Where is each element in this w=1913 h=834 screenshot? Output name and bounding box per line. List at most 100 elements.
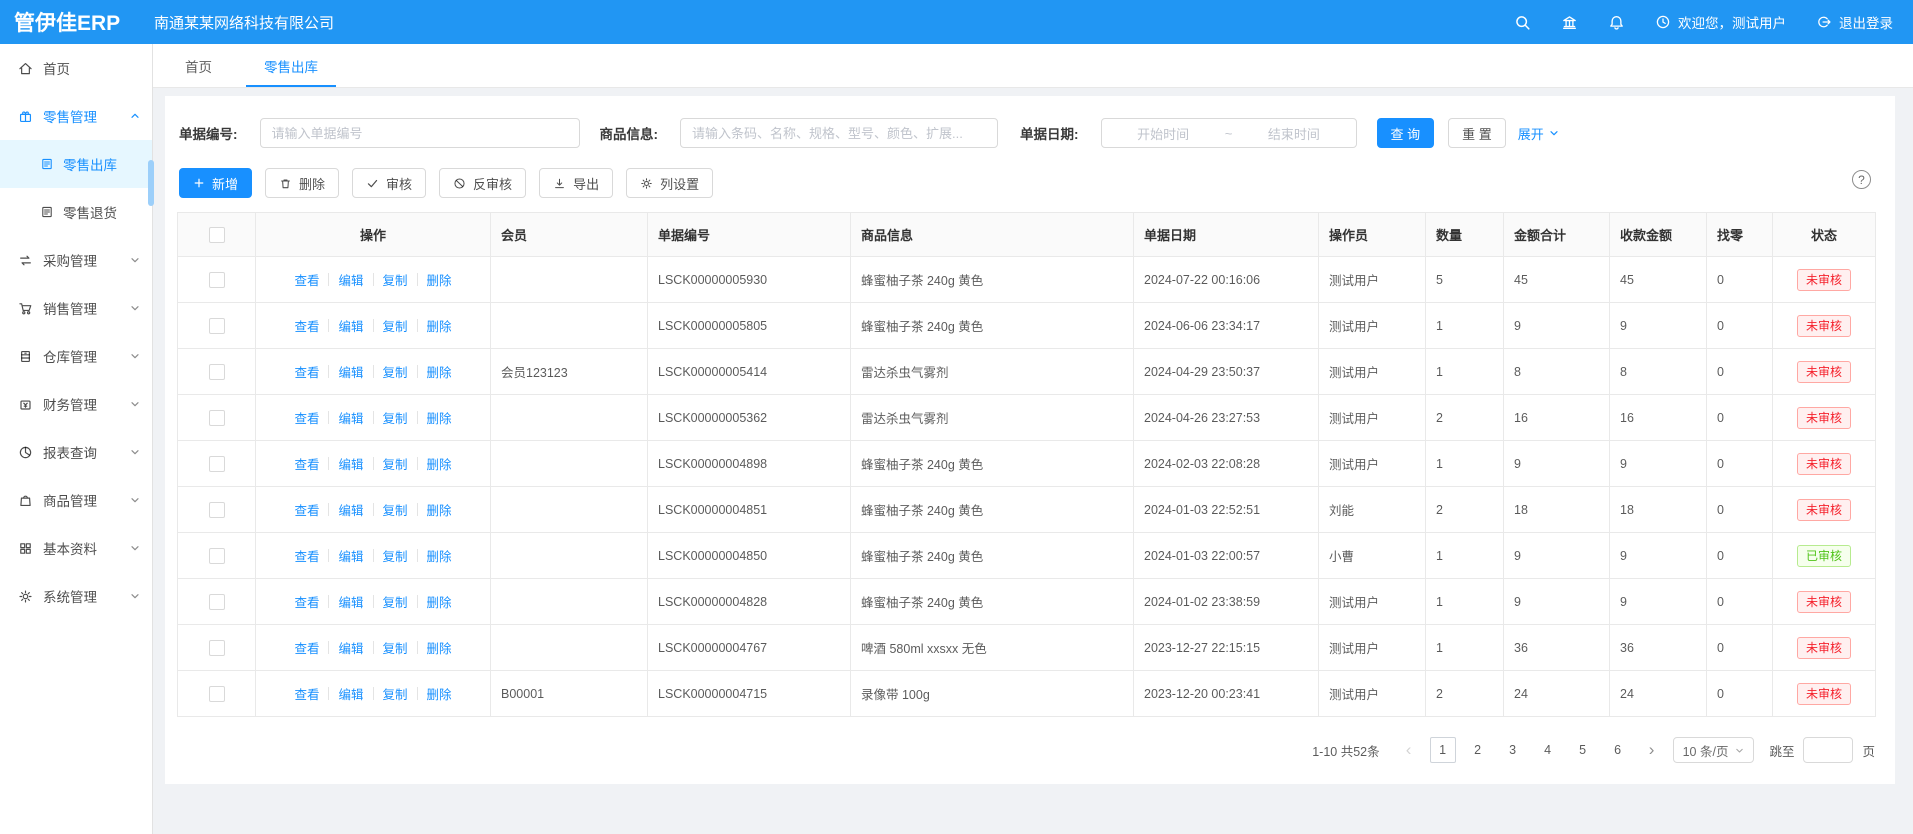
delete-link[interactable]: 删除	[427, 500, 452, 519]
delete-link[interactable]: 删除	[427, 270, 452, 289]
tab-home[interactable]: 首页	[185, 44, 212, 87]
edit-link[interactable]: 编辑	[338, 316, 363, 335]
operator-cell: 测试用户	[1319, 671, 1426, 717]
page-button-3[interactable]: 3	[1500, 737, 1526, 763]
copy-link[interactable]: 复制	[383, 270, 408, 289]
notification-bell-icon[interactable]	[1608, 14, 1625, 31]
logout-button[interactable]: 退出登录	[1816, 12, 1893, 32]
edit-link[interactable]: 编辑	[338, 638, 363, 657]
edit-link[interactable]: 编辑	[338, 546, 363, 565]
row-checkbox[interactable]	[209, 456, 225, 472]
sidebar-resize-handle[interactable]	[148, 160, 154, 206]
jump-page-input[interactable]	[1803, 737, 1853, 763]
help-icon[interactable]: ?	[1852, 170, 1871, 189]
sidebar-item-sales-management[interactable]: 销售管理	[0, 284, 152, 332]
sidebar-item-report-query[interactable]: 报表查询	[0, 428, 152, 476]
page-button-4[interactable]: 4	[1535, 737, 1561, 763]
sidebar-item-system-management[interactable]: 系统管理	[0, 572, 152, 620]
date-range-input[interactable]: 开始时间 ~ 结束时间	[1101, 118, 1357, 148]
column-header-total-amount: 金额合计	[1504, 213, 1610, 257]
edit-link[interactable]: 编辑	[338, 270, 363, 289]
delete-link[interactable]: 删除	[427, 316, 452, 335]
view-link[interactable]: 查看	[294, 546, 319, 565]
sidebar-item-retail-management[interactable]: 零售管理	[0, 92, 152, 140]
sidebar-item-home[interactable]: 首页	[0, 44, 152, 92]
edit-link[interactable]: 编辑	[338, 684, 363, 703]
page-button-6[interactable]: 6	[1605, 737, 1631, 763]
column-settings-button[interactable]: 列设置	[626, 168, 713, 198]
delete-link[interactable]: 删除	[427, 546, 452, 565]
change-cell: 0	[1707, 395, 1773, 441]
delete-button[interactable]: 删除	[265, 168, 339, 198]
tenant-icon[interactable]	[1561, 14, 1578, 31]
delete-link[interactable]: 删除	[427, 684, 452, 703]
row-checkbox[interactable]	[209, 594, 225, 610]
doc-no-input[interactable]	[260, 118, 580, 148]
row-checkbox[interactable]	[209, 640, 225, 656]
next-page-button[interactable]: ›	[1640, 737, 1664, 763]
page-button-5[interactable]: 5	[1570, 737, 1596, 763]
row-checkbox[interactable]	[209, 502, 225, 518]
operator-cell: 测试用户	[1319, 303, 1426, 349]
row-checkbox[interactable]	[209, 410, 225, 426]
sidebar-item-product-management[interactable]: 商品管理	[0, 476, 152, 524]
view-link[interactable]: 查看	[294, 500, 319, 519]
row-checkbox[interactable]	[209, 364, 225, 380]
view-link[interactable]: 查看	[294, 408, 319, 427]
product-info-input[interactable]	[680, 118, 998, 148]
edit-link[interactable]: 编辑	[338, 454, 363, 473]
edit-link[interactable]: 编辑	[338, 592, 363, 611]
view-link[interactable]: 查看	[294, 270, 319, 289]
sidebar-item-purchase-management[interactable]: 采购管理	[0, 236, 152, 284]
delete-link[interactable]: 删除	[427, 362, 452, 381]
delete-link[interactable]: 删除	[427, 454, 452, 473]
delete-link[interactable]: 删除	[427, 638, 452, 657]
copy-link[interactable]: 复制	[383, 638, 408, 657]
view-link[interactable]: 查看	[294, 454, 319, 473]
search-button[interactable]: 查 询	[1377, 118, 1435, 148]
sidebar-item-basic-data[interactable]: 基本资料	[0, 524, 152, 572]
copy-link[interactable]: 复制	[383, 316, 408, 335]
copy-link[interactable]: 复制	[383, 408, 408, 427]
add-button[interactable]: 新增	[179, 168, 252, 198]
delete-link[interactable]: 删除	[427, 408, 452, 427]
copy-link[interactable]: 复制	[383, 592, 408, 611]
select-all-checkbox[interactable]	[209, 227, 225, 243]
copy-link[interactable]: 复制	[383, 546, 408, 565]
edit-link[interactable]: 编辑	[338, 408, 363, 427]
sidebar-item-retail-outbound[interactable]: 零售出库	[0, 140, 152, 188]
copy-link[interactable]: 复制	[383, 362, 408, 381]
sidebar-item-finance-management[interactable]: 财务管理	[0, 380, 152, 428]
edit-link[interactable]: 编辑	[338, 500, 363, 519]
copy-link[interactable]: 复制	[383, 454, 408, 473]
edit-link[interactable]: 编辑	[338, 362, 363, 381]
received-amount-cell: 36	[1610, 625, 1707, 671]
view-link[interactable]: 查看	[294, 592, 319, 611]
row-checkbox[interactable]	[209, 686, 225, 702]
page-size-select[interactable]: 10 条/页	[1673, 737, 1755, 763]
view-link[interactable]: 查看	[294, 684, 319, 703]
delete-link[interactable]: 删除	[427, 592, 452, 611]
page-button-2[interactable]: 2	[1465, 737, 1491, 763]
copy-link[interactable]: 复制	[383, 684, 408, 703]
reset-button[interactable]: 重 置	[1448, 118, 1506, 148]
prev-page-button[interactable]: ‹	[1397, 737, 1421, 763]
view-link[interactable]: 查看	[294, 638, 319, 657]
copy-link[interactable]: 复制	[383, 500, 408, 519]
expand-filters-link[interactable]: 展开	[1518, 124, 1559, 143]
row-checkbox[interactable]	[209, 272, 225, 288]
view-link[interactable]: 查看	[294, 316, 319, 335]
sidebar-item-warehouse-management[interactable]: 仓库管理	[0, 332, 152, 380]
export-button[interactable]: 导出	[539, 168, 613, 198]
unaudit-button[interactable]: 反审核	[439, 168, 526, 198]
content-card: 单据编号: 商品信息: 单据日期: 开始时间 ~ 结束时间 查 询 重 置 展开	[165, 96, 1895, 784]
sidebar-item-retail-return[interactable]: 零售退货	[0, 188, 152, 236]
page-button-1[interactable]: 1	[1430, 737, 1456, 763]
view-link[interactable]: 查看	[294, 362, 319, 381]
row-checkbox[interactable]	[209, 318, 225, 334]
tab-retail-outbound[interactable]: 零售出库	[264, 44, 318, 87]
user-welcome[interactable]: 欢迎您，测试用户	[1655, 12, 1786, 32]
search-icon[interactable]	[1514, 14, 1531, 31]
audit-button[interactable]: 审核	[352, 168, 426, 198]
row-checkbox[interactable]	[209, 548, 225, 564]
